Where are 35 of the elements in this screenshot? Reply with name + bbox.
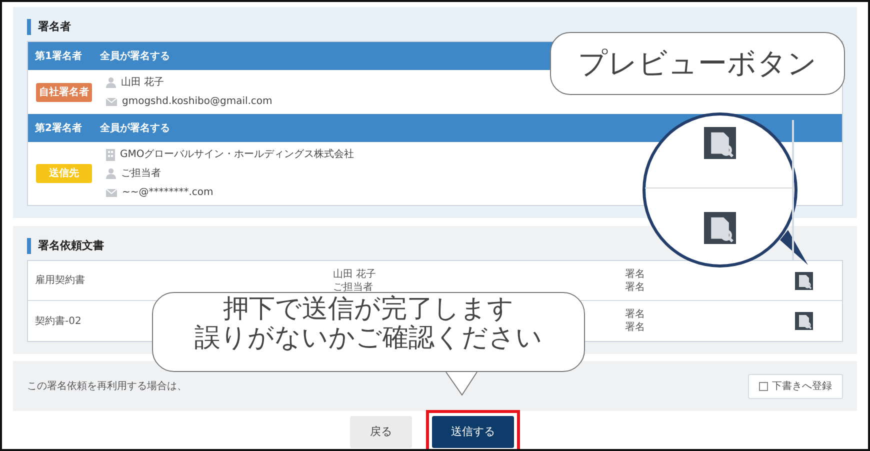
document-name: 契約書-02 [34, 314, 82, 328]
signer-detail: GMOグローバルサイン・ホールディングス株式会社 [120, 148, 354, 162]
signer-name: ご担当者 [333, 280, 374, 294]
sign-status: 署名 [625, 321, 646, 334]
mail-icon [106, 98, 117, 106]
preview-icon [704, 127, 736, 159]
sign-status: 署名 [625, 280, 646, 294]
person-icon [106, 77, 116, 88]
person-icon [106, 168, 116, 179]
company-icon [106, 148, 115, 160]
callout-tail [445, 371, 479, 397]
preview-icon[interactable] [795, 312, 813, 330]
mail-icon [106, 188, 117, 196]
signer-tag: 送信先 [36, 164, 92, 183]
signer-order: 第2署名者 [35, 122, 82, 136]
signer-detail: gmogshd.koshibo@gmail.com [122, 95, 272, 109]
signer-name: 山田 花子 [333, 268, 378, 280]
signing-mode: 全員が署名する [100, 122, 170, 136]
signer-detail: 山田 花子 [121, 76, 164, 90]
reuse-note: この署名依頼を再利用する場合は、 [27, 380, 187, 394]
draft-checkbox[interactable]: 下書きへ登録 [748, 374, 843, 398]
document-name: 雇用契約書 [34, 274, 86, 288]
sign-status: 署名 [625, 308, 646, 321]
signing-mode: 全員が署名する [100, 50, 170, 64]
preview-icon[interactable] [795, 272, 813, 290]
sign-status: 署名 [625, 268, 646, 280]
preview-icon [704, 212, 736, 244]
back-button[interactable]: 戻る [350, 416, 412, 448]
send-button[interactable]: 送信する [432, 416, 514, 448]
signer-detail: ご担当者 [121, 166, 161, 181]
signer-detail: ~~@********.com [122, 186, 214, 200]
signer-tag: 自社署名者 [36, 82, 92, 102]
signer-order: 第1署名者 [35, 50, 82, 64]
annotation-callout: プレビューボタン [550, 32, 845, 95]
annotation-callout: 押下で送信が完了します 誤りがないかご確認ください [152, 292, 585, 372]
